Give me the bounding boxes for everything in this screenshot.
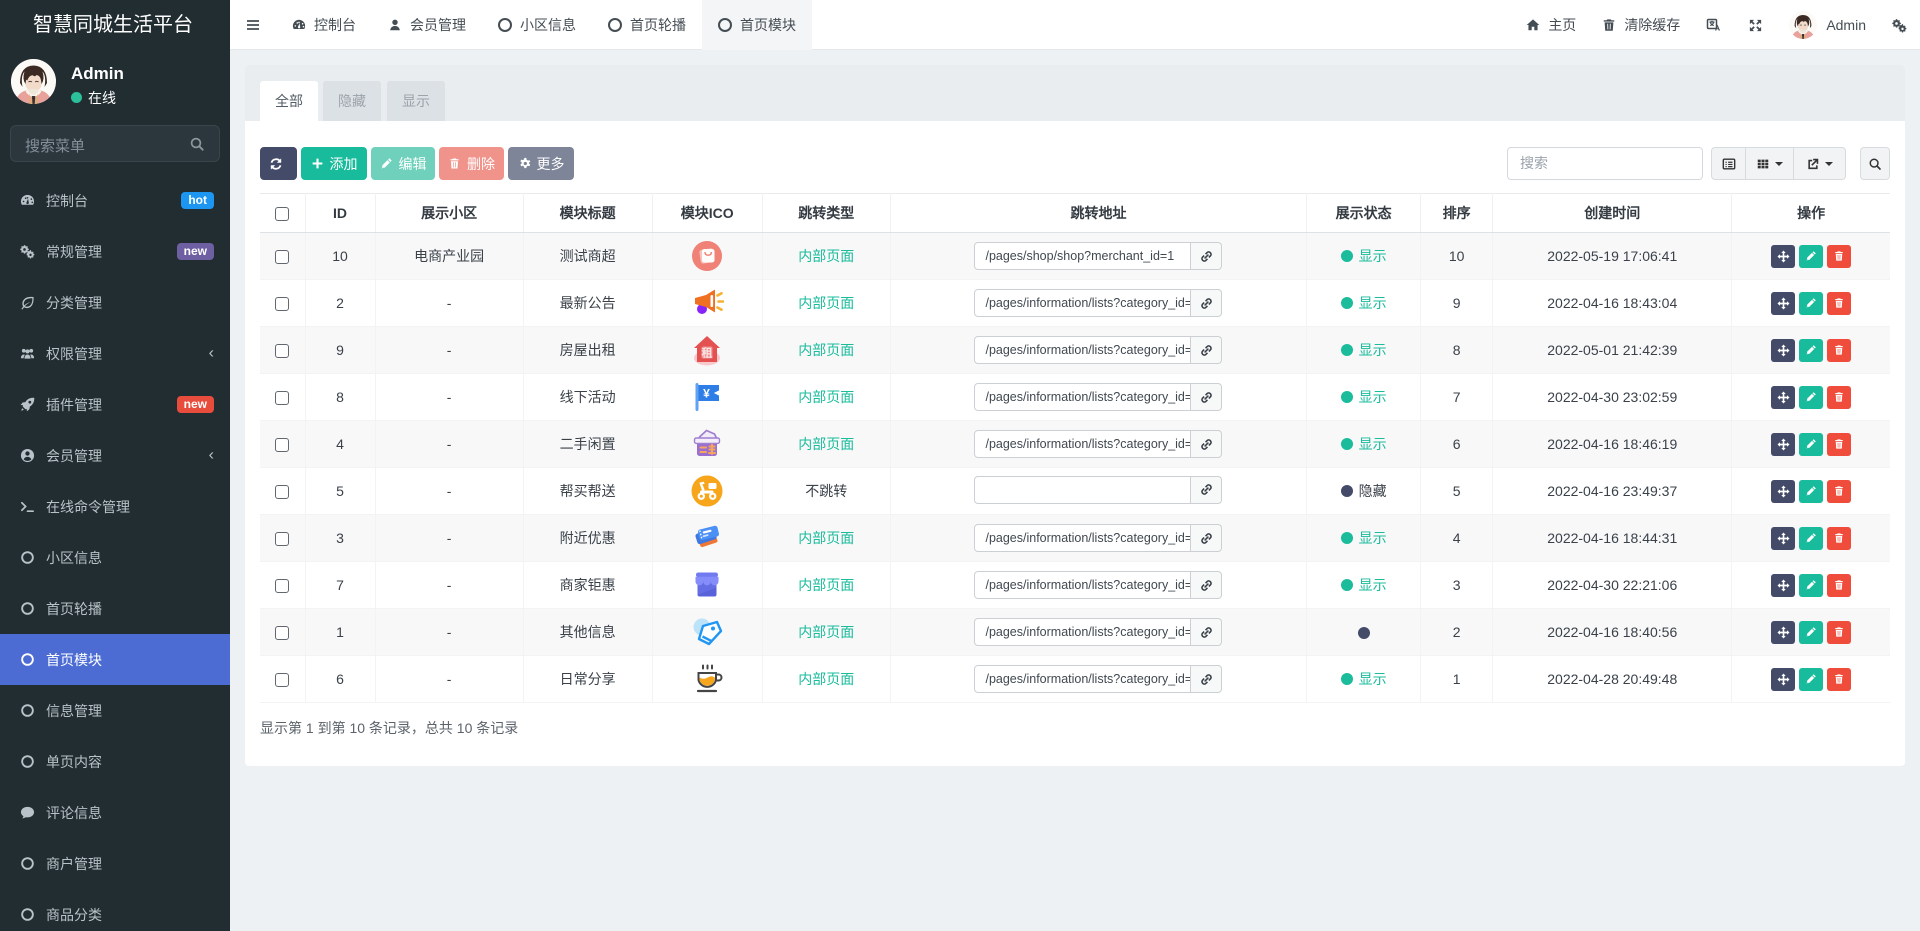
- svg-text:¥: ¥: [703, 387, 710, 401]
- svg-text:租: 租: [702, 347, 713, 360]
